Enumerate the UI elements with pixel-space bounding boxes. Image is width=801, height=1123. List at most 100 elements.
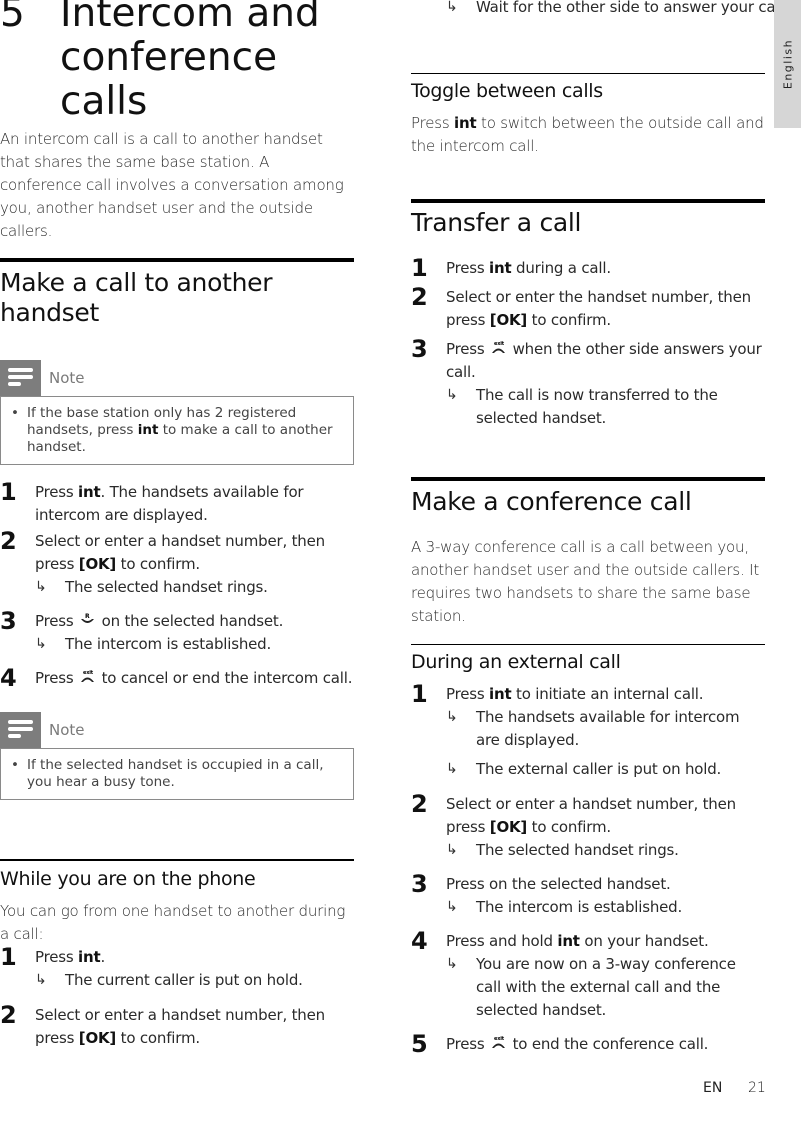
note-block: Note • If the base station only has 2 re… — [0, 360, 354, 465]
step-number: 1 — [0, 478, 17, 506]
section-toggle: Toggle between calls Press int to switch… — [411, 73, 765, 158]
step-item: 1 Press int. The handsets available for … — [0, 478, 304, 524]
step-result: ↳ The selected handset rings. — [35, 576, 354, 599]
step-result: ↳ You are now on a 3-way conference call … — [446, 955, 736, 1019]
step-item: 1 Press int. ↳ The current caller is put … — [0, 943, 354, 992]
toggle-text: Press int to switch between the outside … — [411, 114, 764, 155]
step-number: 3 — [411, 335, 428, 363]
page-number: 21 — [748, 1080, 766, 1096]
step-item: 2 Select or enter a handset number, then… — [0, 527, 354, 599]
section-divider — [411, 199, 765, 203]
step-result: ↳ The call is now transferred to the sele… — [446, 386, 718, 427]
step-result: ↳ The external caller is put on hold. — [446, 758, 765, 781]
footer-language: EN — [703, 1080, 723, 1096]
subsection-intro: You can go from one handset to another d… — [0, 902, 346, 943]
section-conference: Make a conference call A 3-way conferenc… — [411, 477, 765, 1058]
result-arrow-icon: ↳ — [446, 761, 458, 777]
language-label: English — [781, 38, 794, 90]
section-make-call: Make a call to another handset Note • If… — [0, 258, 354, 800]
keyword-int: int — [454, 114, 477, 132]
result-arrow-icon: ↳ — [35, 972, 47, 988]
step-item: 5 Press exit to end the conference call. — [411, 1030, 709, 1058]
result-arrow-icon: ↳ — [446, 956, 458, 972]
section-divider — [0, 258, 354, 262]
step-result: ↳ The handsets available for intercom are… — [446, 708, 740, 749]
keyword-int: int — [137, 422, 159, 438]
note-label: Note — [49, 721, 85, 739]
keyword-ok: [OK] — [78, 555, 117, 573]
conference-intro: A 3-way conference call is a call betwee… — [411, 538, 759, 625]
section-transfer: Transfer a call 1 Press int during a cal… — [411, 199, 765, 430]
step-item: 4 Press exit to cancel or end the interc… — [0, 664, 353, 692]
step-number: 5 — [411, 1030, 428, 1058]
svg-text:exit: exit — [83, 670, 94, 676]
step-result: ↳ Wait for the other side to answer your … — [446, 0, 796, 19]
step-number: 4 — [0, 664, 17, 692]
step-result: ↳ The intercom is established. — [35, 633, 354, 656]
talk-icon: R — [80, 610, 95, 633]
subsection-heading: Toggle between calls — [411, 80, 603, 102]
note-box: • If the base station only has 2 registe… — [0, 396, 354, 465]
step-number: 3 — [411, 870, 428, 898]
bullet: • — [11, 405, 19, 421]
step-result: ↳ The intercom is established. — [446, 896, 765, 919]
step-number: 3 — [0, 607, 17, 635]
step-item: 4 Press and hold int on your handset. ↳ Y… — [411, 927, 765, 1022]
keyword-int: int — [489, 259, 512, 277]
step-item: 3 Press exit when the other side answers… — [411, 335, 765, 430]
note-box: • If the selected handset is occupied in… — [0, 748, 354, 800]
note-block: Note • If the selected handset is occupi… — [0, 712, 354, 800]
keyword-ok: [OK] — [489, 818, 528, 836]
note-label: Note — [49, 369, 85, 387]
section-while-on-phone: While you are on the phone You can go fr… — [0, 859, 354, 1050]
step-number: 1 — [411, 680, 428, 708]
step-item: 1 Press int during a call. — [411, 254, 611, 282]
keyword-int: int — [78, 948, 101, 966]
chapter-number: 5 — [0, 0, 25, 36]
note-icon — [0, 712, 41, 748]
result-arrow-icon: ↳ — [35, 579, 47, 595]
step-number: 4 — [411, 927, 428, 955]
step-number: 2 — [411, 283, 428, 311]
svg-text:exit: exit — [494, 341, 505, 347]
section-heading: Make a conference call — [411, 487, 692, 516]
step-result: ↳ The current caller is put on hold. — [35, 969, 354, 992]
result-arrow-icon: ↳ — [446, 0, 458, 15]
step-item: 3 Press on the selected handset. ↳ The in… — [411, 870, 765, 919]
result-arrow-icon: ↳ — [35, 636, 47, 652]
end-call-exit-icon: exit — [80, 667, 95, 690]
section-heading: Transfer a call — [411, 208, 582, 237]
chapter-intro: An intercom call is a call to another ha… — [0, 130, 344, 240]
result-arrow-icon: ↳ — [446, 899, 458, 915]
note-text: If the selected handset is occupied in a… — [27, 757, 324, 790]
step-item: 1 Press int to initiate an internal call… — [411, 680, 765, 781]
language-side-tab: English — [774, 0, 801, 128]
step-number: 2 — [0, 527, 17, 555]
svg-text:exit: exit — [494, 1036, 505, 1042]
keyword-ok: [OK] — [489, 311, 528, 329]
section-divider — [411, 477, 765, 481]
result-arrow-icon: ↳ — [446, 709, 458, 725]
keyword-ok: [OK] — [78, 1029, 117, 1047]
section-heading: Make a call to another handset — [0, 268, 273, 327]
subsection-heading: While you are on the phone — [0, 868, 256, 890]
step-item: 2 Select or enter a handset number, then… — [411, 790, 765, 862]
keyword-int: int — [489, 685, 512, 703]
section-divider — [411, 644, 765, 645]
step-list: 1 Press int during a call. 2 Select or e… — [411, 254, 765, 430]
step-number: 1 — [411, 254, 428, 282]
section-divider — [0, 859, 354, 861]
step-result: ↳ The selected handset rings. — [446, 839, 765, 862]
step-item: 3 Press R on the selected handset. ↳ The … — [0, 607, 354, 656]
bullet: • — [11, 757, 19, 773]
step-number: 2 — [0, 1001, 17, 1029]
end-call-exit-icon: exit — [491, 1033, 506, 1056]
step-list: 1 Press int. The handsets available for … — [0, 478, 354, 692]
section-divider — [411, 73, 765, 74]
subsection-heading: During an external call — [411, 651, 621, 673]
step-number: 2 — [411, 790, 428, 818]
result-arrow-icon: ↳ — [446, 842, 458, 858]
end-call-exit-icon: exit — [491, 338, 506, 361]
keyword-int: int — [78, 483, 101, 501]
result-arrow-icon: ↳ — [446, 387, 458, 403]
